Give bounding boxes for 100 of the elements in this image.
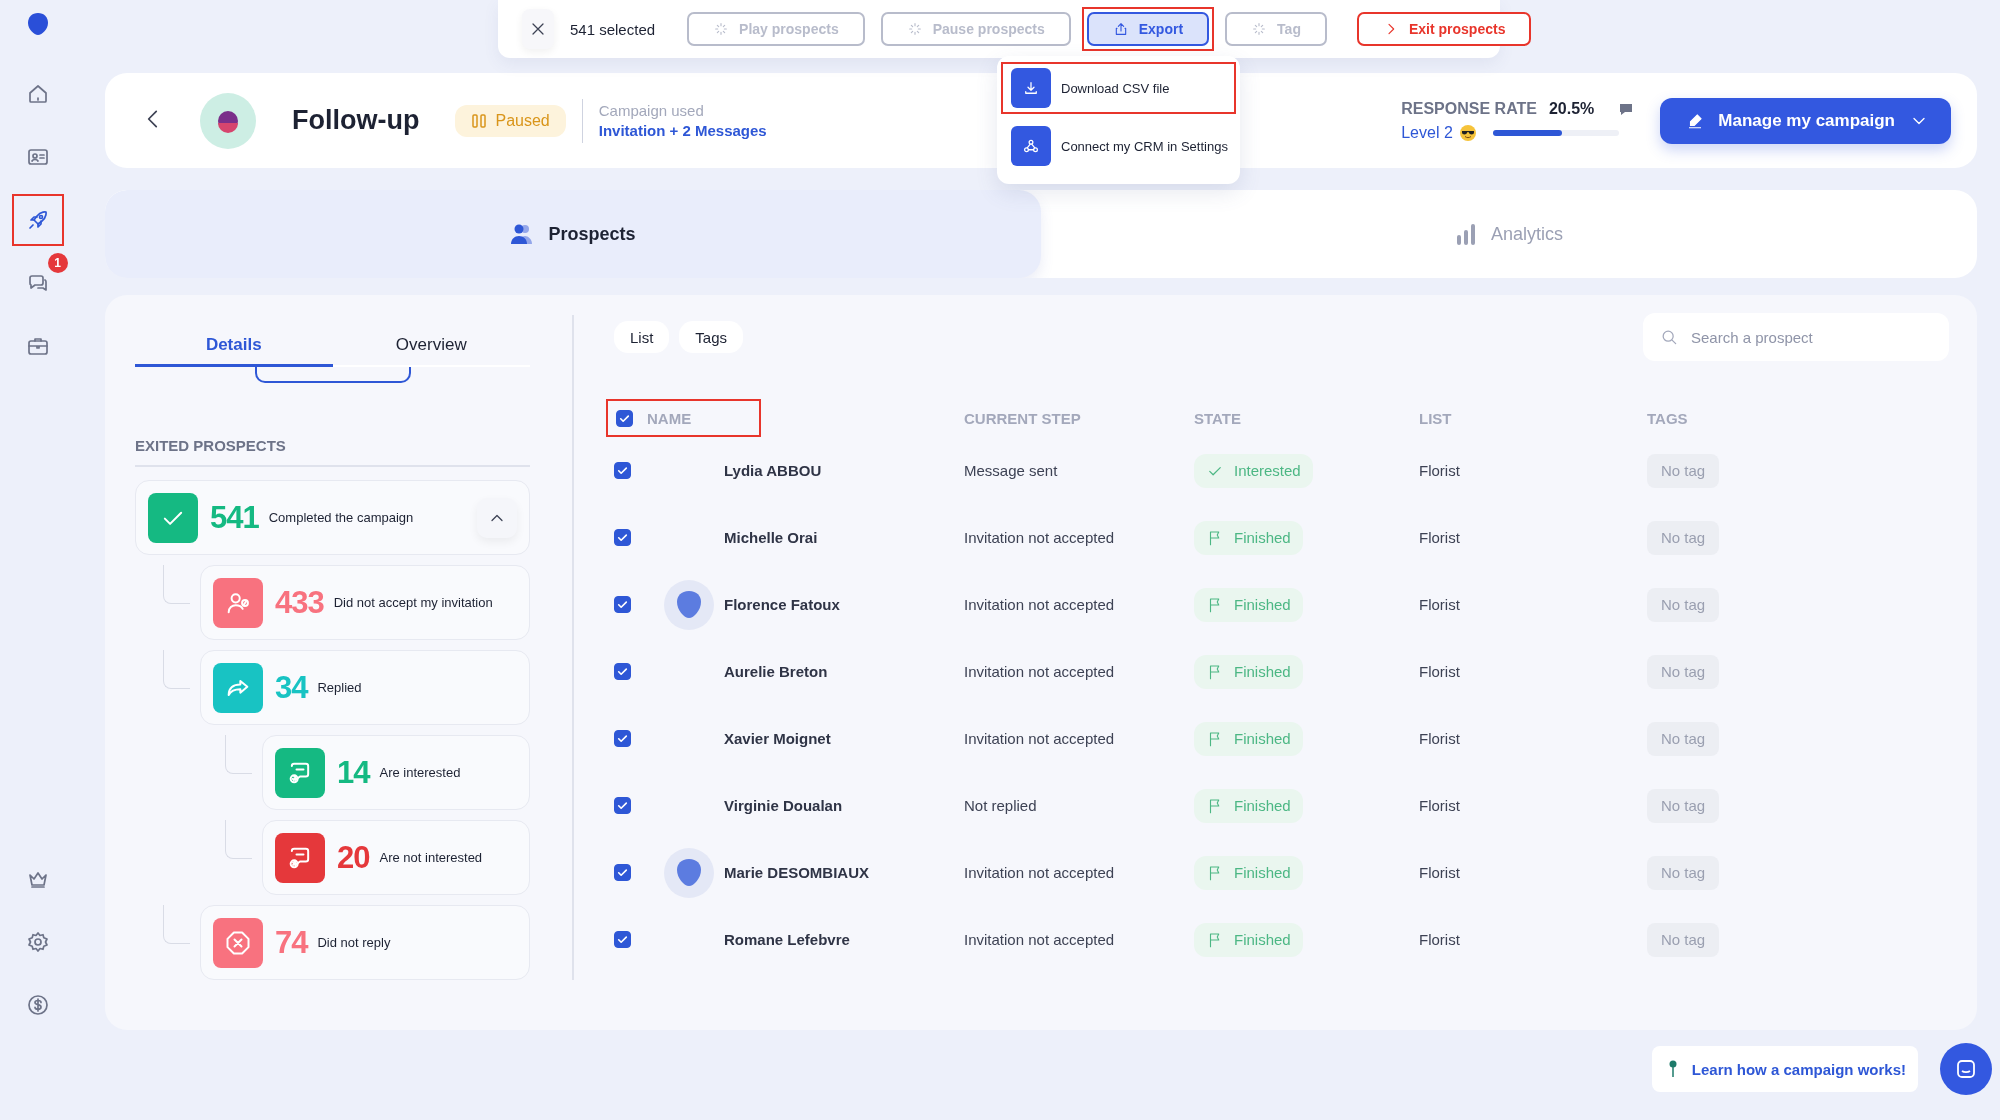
list-name: Florist [1419,462,1460,479]
stat-label: Did not reply [317,935,391,950]
state-badge: Finished [1194,788,1303,823]
row-checkbox[interactable] [614,529,631,546]
tag-badge: No tag [1647,855,1720,890]
list-name: Florist [1419,931,1460,948]
campaign-label: Campaign used [598,102,705,119]
menu-item[interactable]: Connect my CRM in Settings [1001,120,1236,172]
row-checkbox[interactable] [614,864,631,881]
pencil-icon [1686,111,1705,130]
bar-chart-icon [1455,223,1477,245]
tree-connector [225,820,252,859]
menu-item[interactable]: Download CSV file [1001,62,1236,114]
response-rate-label: RESPONSE RATE [1401,99,1537,118]
list-name: Florist [1419,864,1460,881]
spinner-icon [713,21,730,37]
prospect-name: Michelle Orai [724,529,818,546]
pin-icon [1667,1060,1678,1078]
sunglasses-face-icon [1458,123,1477,142]
action-button[interactable]: Export [1086,12,1210,46]
selected-count: 541 selected [570,20,656,38]
details-tab[interactable]: Details [135,325,333,367]
sidebar-item[interactable] [25,993,50,1017]
state-badge: Interested [1194,453,1313,488]
dollar-icon [25,993,50,1017]
current-step: Invitation not accepted [964,864,1115,881]
tag-badge: No tag [1647,453,1720,488]
response-rate-value: 20.5% [1548,99,1595,118]
state-badge: Finished [1194,587,1303,622]
row-checkbox[interactable] [614,931,631,948]
filter-tab[interactable]: Tags [679,321,744,353]
prospect-name: Xavier Moignet [724,730,831,747]
current-step: Invitation not accepted [964,596,1115,613]
chat-icon [1954,1057,1978,1081]
stat-label: Are interested [379,765,461,780]
manage-campaign-button[interactable]: Manage my campaign [1660,97,1951,144]
avatar [664,847,714,898]
state-badge: Finished [1194,721,1303,756]
current-step: Not replied [964,797,1037,814]
state-badge: Finished [1194,654,1303,689]
list-name: Florist [1419,529,1460,546]
check-icon [616,866,629,879]
campaign-icon [200,92,256,149]
column-header: CURRENT STEP [964,409,1081,427]
help-link[interactable]: Learn how a campaign works! [1651,1046,1918,1092]
state-badge: Finished [1194,520,1303,555]
row-checkbox[interactable] [614,663,631,680]
row-checkbox[interactable] [614,462,631,479]
tag-badge: No tag [1647,520,1720,555]
stat-label: Are not interested [379,850,483,865]
partial-button[interactable] [255,367,411,383]
tree-connector [163,905,190,944]
view-tab[interactable]: Prospects [105,190,1041,278]
check-icon [616,665,629,678]
check-icon [616,732,629,745]
download-icon [1022,79,1040,97]
action-button[interactable]: Exit prospects [1356,12,1532,46]
spinner-icon [906,21,923,37]
tree-connector [163,650,190,689]
webhook-icon [1022,137,1040,155]
list-name: Florist [1419,663,1460,680]
row-checkbox[interactable] [614,596,631,613]
status-badge: Paused [455,104,566,137]
check-icon [616,799,629,812]
current-step: Invitation not accepted [964,931,1115,948]
current-step: Invitation not accepted [964,663,1115,680]
current-step: Message sent [964,462,1058,479]
row-checkbox[interactable] [614,797,631,814]
details-tab[interactable]: Overview [332,325,530,367]
search-field[interactable]: Search a prospect [1643,313,1949,361]
check-icon [616,464,629,477]
select-all-checkbox[interactable] [616,409,633,427]
state-badge: Finished [1194,855,1303,890]
prospect-name: Aurelie Breton [724,663,828,680]
prospect-name: Lydia ABBOU [724,462,822,479]
prospect-name: Marie DESOMBIAUX [724,864,870,881]
filter-tab[interactable]: List [614,321,670,353]
campaign-link[interactable]: Invitation + 2 Messages [598,122,767,139]
section-title: EXITED PROSPECTS [135,437,530,467]
prospect-name: Florence Fatoux [724,596,840,613]
campaign-title: Follow-up [292,105,420,136]
stat-count: 541 [210,499,259,536]
row-checkbox[interactable] [614,730,631,747]
tag-badge: No tag [1647,721,1720,756]
tree-connector [225,735,252,774]
level-label: Level 2 [1401,123,1453,142]
check-icon [616,598,629,611]
chat-launcher[interactable] [1940,1043,1992,1095]
tree-connector [163,565,190,604]
tag-badge: No tag [1647,654,1720,689]
list-name: Florist [1419,797,1460,814]
stat-count: 433 [275,584,324,621]
notification-badge: 1 [47,253,68,273]
prospect-name: Romane Lefebvre [724,931,850,948]
column-header: NAME [647,408,692,429]
tag-badge: No tag [1647,922,1720,957]
sidebar-item[interactable] [25,930,50,954]
check-icon [616,531,629,544]
stat-label: Completed the campaign [268,510,414,525]
check-icon [616,933,629,946]
